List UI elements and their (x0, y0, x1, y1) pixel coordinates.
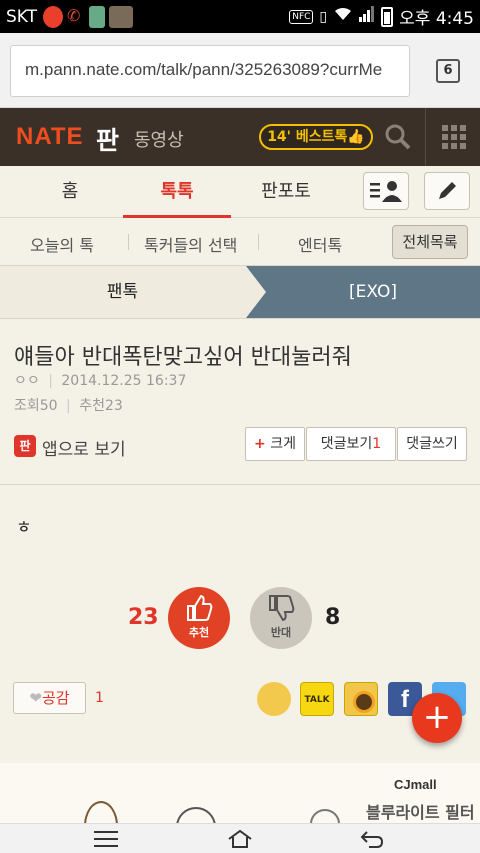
header-divider (425, 108, 426, 166)
thumbs-up-icon (187, 594, 213, 621)
empathy-button[interactable]: ❤공감 (13, 682, 86, 714)
nfc-icon: NFC (289, 9, 314, 24)
thumbs-down-icon (269, 595, 295, 622)
sub-menu: 오늘의 톡 톡커들의 선택 엔터톡 전체목록 (0, 218, 480, 266)
empathy-count: 1 (95, 690, 104, 706)
submenu-enter-talk[interactable]: 엔터톡 (298, 232, 342, 256)
site-header: NATE 판 동영상 14' 베스트톡👍 (0, 108, 480, 166)
breadcrumb: 팬톡 [EXO] (0, 266, 480, 318)
menu-icon[interactable] (86, 827, 126, 851)
breadcrumb-category[interactable]: 팬톡 (0, 266, 245, 318)
home-icon[interactable] (220, 827, 260, 851)
recommend-count: 23 (128, 605, 159, 630)
url-field[interactable]: m.pann.nate.com/talk/pann/325263089?curr… (10, 45, 410, 97)
ad-product-image (310, 809, 340, 823)
pann-app-icon[interactable]: 판 (14, 435, 36, 457)
write-button[interactable] (424, 172, 470, 210)
stats-divider: | (66, 398, 71, 414)
notification-app-icon (43, 5, 64, 28)
menu-grid-icon[interactable] (442, 125, 466, 149)
submenu-today-talk[interactable]: 오늘의 톡 (30, 232, 94, 256)
post-stats: 조회50 | 추천23 (14, 395, 123, 415)
write-comment-button[interactable]: 댓글쓰기 (397, 427, 467, 461)
post-date: 2014.12.25 16:37 (61, 373, 187, 389)
post-body: ㅎ 23 추천 반대 8 ❤공감 1 TALK f + (0, 485, 480, 763)
video-link[interactable]: 동영상 (134, 126, 184, 152)
kakaotalk-share-icon[interactable]: TALK (300, 682, 334, 716)
oppose-count: 8 (325, 605, 341, 630)
view-comments-label: 댓글보기 (320, 436, 373, 452)
phone-notification-icon (89, 5, 106, 28)
open-in-app-link[interactable]: 앱으로 보기 (42, 435, 126, 460)
status-bar: SKT ✆ NFC ▯ 오후 4:45 (0, 0, 480, 33)
submenu-divider (128, 234, 129, 250)
main-tabs: 홈 톡톡 판포토 (0, 166, 480, 218)
carrier-label: SKT (6, 6, 38, 27)
recommend-button[interactable]: 추천 (168, 587, 230, 649)
plus-icon: + (254, 436, 266, 452)
pann-logo[interactable]: 판 (96, 121, 119, 157)
oppose-button[interactable]: 반대 (250, 587, 312, 649)
profile-thumbnail-icon (109, 5, 134, 28)
post-author: ㅇㅇ (14, 373, 40, 389)
pencil-icon (439, 182, 456, 199)
heart-icon: ❤ (29, 689, 42, 707)
tab-home[interactable]: 홈 (20, 166, 120, 218)
emoticon-share-icon[interactable] (257, 682, 291, 716)
back-icon[interactable] (352, 827, 392, 851)
missed-call-icon: ✆ (67, 5, 81, 25)
submenu-divider (258, 234, 259, 250)
user-list-icon (370, 181, 402, 202)
ad-brand-logo: CJmall (394, 777, 437, 792)
empathy-label: 공감 (41, 689, 70, 707)
post-views: 조회50 (14, 398, 58, 414)
view-comments-button[interactable]: 댓글보기1 (306, 427, 396, 461)
system-nav-bar (0, 823, 480, 853)
wifi-icon (333, 6, 353, 27)
oppose-label: 반대 (270, 626, 292, 639)
browser-toolbar: m.pann.nate.com/talk/pann/325263089?curr… (0, 33, 480, 108)
font-bigger-label: 크게 (270, 436, 296, 452)
post-content: ㅎ (16, 518, 32, 538)
ad-product-image (84, 801, 118, 823)
submenu-talker-choice[interactable]: 톡커들의 선택 (144, 232, 237, 256)
my-talk-button[interactable] (363, 172, 409, 210)
clock: 오후 4:45 (399, 9, 474, 29)
font-bigger-button[interactable]: + 크게 (245, 427, 305, 461)
post-title: 얘들아 반대폭탄맞고싶어 반대눌러줘 (14, 345, 352, 370)
ad-text: 블루라이트 필터 (366, 803, 475, 822)
all-list-button[interactable]: 전체목록 (392, 225, 468, 259)
tab-talktalk[interactable]: 톡톡 (123, 166, 231, 218)
battery-icon (381, 6, 394, 27)
breadcrumb-board[interactable]: [EXO] (266, 266, 480, 318)
nate-logo[interactable]: NATE (16, 123, 84, 151)
meta-divider: | (48, 373, 53, 389)
ad-product-image (176, 807, 216, 823)
recommend-label: 추천 (188, 626, 210, 639)
post-header: 얘들아 반대폭탄맞고싶어 반대눌러줘 ㅇㅇ | 2014.12.25 16:37… (0, 318, 480, 485)
vibrate-icon: ▯ (319, 8, 328, 25)
tab-pann-photo[interactable]: 판포토 (236, 166, 336, 218)
tab-switcher-button[interactable]: 6 (436, 59, 460, 83)
post-recommends: 추천23 (79, 398, 123, 414)
floating-add-button[interactable]: + (412, 693, 462, 743)
best-talk-button[interactable]: 14' 베스트톡👍 (259, 124, 373, 150)
post-meta: ㅇㅇ | 2014.12.25 16:37 (14, 370, 186, 390)
kakaostory-share-icon[interactable] (344, 682, 378, 716)
search-icon[interactable] (384, 123, 412, 151)
signal-icon (359, 6, 375, 27)
comment-count: 1 (372, 436, 382, 452)
ad-banner[interactable]: CJmall 블루라이트 필터 (0, 763, 480, 823)
